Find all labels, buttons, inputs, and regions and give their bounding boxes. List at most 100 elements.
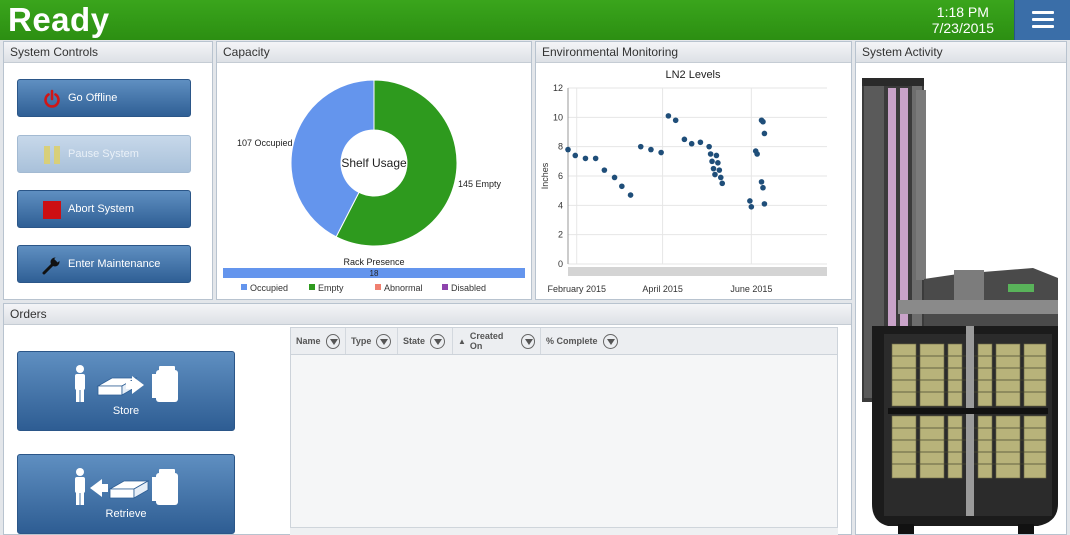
pie-center-title: Shelf Usage xyxy=(341,156,407,170)
data-point xyxy=(754,151,760,157)
data-point xyxy=(761,201,768,207)
abort-system-label: Abort System xyxy=(68,203,135,215)
pie-label-empty: 145 Empty xyxy=(458,179,502,189)
orders-grid-body xyxy=(290,355,838,528)
pause-icon xyxy=(44,146,60,164)
y-tick-label: 10 xyxy=(553,112,563,122)
ln2-levels-chart: LN2 Levels 0 2 4 6 8 10 12 February 2015 April 20… xyxy=(540,69,827,294)
data-point xyxy=(681,136,688,143)
data-point xyxy=(706,143,712,150)
data-point xyxy=(715,160,721,166)
data-point xyxy=(719,180,726,187)
scatter-title: LN2 Levels xyxy=(665,69,721,81)
retrieve-label: Retrieve xyxy=(105,508,147,520)
y-tick-label: 6 xyxy=(558,171,563,181)
clock: 1:18 PM 7/23/2015 xyxy=(932,4,994,36)
data-point xyxy=(716,167,723,173)
column-state[interactable]: State xyxy=(398,328,453,354)
data-point xyxy=(710,165,717,172)
rack-presence-value: 18 xyxy=(370,269,379,278)
retrieve-button[interactable]: Retrieve xyxy=(17,454,235,534)
data-point xyxy=(665,113,672,119)
data-point xyxy=(601,167,608,173)
enter-maintenance-button[interactable]: Enter Maintenance xyxy=(17,245,191,283)
orders-grid-footer xyxy=(290,527,838,535)
column-state-label: State xyxy=(403,336,426,346)
legend-label-occupied: Occupied xyxy=(250,283,288,293)
go-offline-label: Go Offline xyxy=(68,92,118,104)
orders-title: Orders xyxy=(4,304,851,325)
data-point xyxy=(565,146,571,153)
data-point xyxy=(697,139,704,146)
enter-maintenance-label: Enter Maintenance xyxy=(68,258,161,270)
stop-icon xyxy=(43,201,61,219)
filter-icon[interactable] xyxy=(602,333,618,349)
column-name[interactable]: Name xyxy=(291,328,346,354)
system-activity-title: System Activity xyxy=(856,42,1066,63)
capacity-title: Capacity xyxy=(217,42,531,63)
data-point xyxy=(672,117,679,124)
legend-label-disabled: Disabled xyxy=(451,283,486,293)
legend-swatch-occupied xyxy=(241,284,247,290)
filter-icon[interactable] xyxy=(430,333,446,349)
legend-swatch-abnormal xyxy=(375,284,381,290)
store-button[interactable]: Store xyxy=(17,351,235,431)
column-created-on[interactable]: ▲ Created On xyxy=(453,328,541,354)
data-point xyxy=(707,151,714,157)
legend-swatch-empty xyxy=(309,284,315,290)
abort-system-button[interactable]: Abort System xyxy=(17,190,191,228)
y-tick-label: 4 xyxy=(558,200,563,210)
system-controls-title: System Controls xyxy=(4,42,212,63)
shelf-usage-chart: Shelf Usage 107 Occupied 145 Empty Rack Pre… xyxy=(223,79,525,293)
power-icon xyxy=(44,89,60,108)
data-point xyxy=(658,149,664,156)
retrieve-icon xyxy=(75,468,178,505)
x-tick-label: June 2015 xyxy=(730,284,772,294)
data-point xyxy=(611,174,618,181)
data-point xyxy=(688,140,695,147)
column-percent-complete[interactable]: % Complete xyxy=(541,328,623,354)
data-point xyxy=(619,183,625,190)
column-name-label: Name xyxy=(296,336,321,346)
column-type[interactable]: Type xyxy=(346,328,398,354)
data-point xyxy=(637,143,644,150)
x-tick-label: April 2015 xyxy=(642,284,683,294)
orders-grid-header: Name Type State ▲ Created On % Complete xyxy=(290,327,838,355)
rack-presence-title: Rack Presence xyxy=(343,257,404,267)
legend-label-empty: Empty xyxy=(318,283,344,293)
pause-system-button[interactable]: Pause System xyxy=(17,135,191,173)
column-created-on-label: Created On xyxy=(469,331,504,351)
data-point xyxy=(627,192,634,198)
y-tick-label: 0 xyxy=(558,259,563,269)
filter-icon[interactable] xyxy=(325,333,340,349)
filter-icon[interactable] xyxy=(376,333,392,349)
y-tick-label: 8 xyxy=(558,142,563,152)
menu-button[interactable] xyxy=(1014,0,1070,40)
column-percent-complete-label: % Complete xyxy=(546,336,598,346)
data-point xyxy=(748,204,755,210)
sort-ascending-icon: ▲ xyxy=(458,336,466,346)
data-point xyxy=(592,155,599,162)
data-point xyxy=(758,179,765,185)
wrench-icon xyxy=(42,256,61,275)
y-tick-label: 12 xyxy=(553,83,563,93)
go-offline-button[interactable]: Go Offline xyxy=(17,79,191,117)
store-label: Store xyxy=(112,405,140,417)
pie-label-occupied: 107 Occupied xyxy=(237,138,293,148)
freezer-illustration xyxy=(862,78,1058,534)
data-point xyxy=(582,155,589,162)
filter-icon[interactable] xyxy=(520,333,535,349)
data-point xyxy=(709,158,715,165)
data-point xyxy=(760,118,766,125)
system-status: Ready xyxy=(8,1,110,38)
environmental-title: Environmental Monitoring xyxy=(536,42,851,63)
data-point xyxy=(717,174,724,181)
data-point xyxy=(712,171,718,178)
x-axis-scrollbar xyxy=(568,267,827,276)
data-point xyxy=(747,198,753,204)
data-point xyxy=(760,184,766,191)
data-point xyxy=(648,146,654,153)
pause-system-label: Pause System xyxy=(68,148,139,160)
data-point xyxy=(713,152,720,159)
clock-time: 1:18 PM xyxy=(936,4,989,20)
